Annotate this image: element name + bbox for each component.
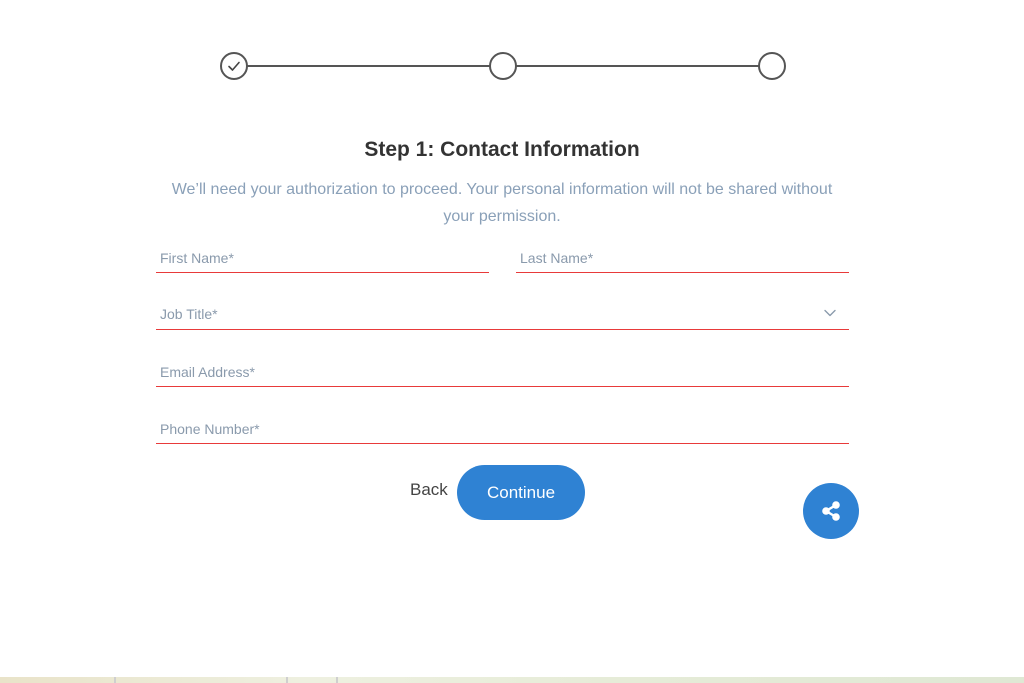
job-title-select[interactable]: Job Title* [156,300,849,330]
email-input[interactable] [156,357,849,386]
first-name-input[interactable] [156,243,489,272]
progress-stepper [220,52,786,80]
back-button[interactable]: Back [400,480,458,500]
first-name-field [156,243,489,273]
stepper-connector [515,65,759,67]
email-field [156,357,849,387]
stepper-connector [246,65,490,67]
job-title-placeholder: Job Title* [160,306,218,322]
taskbar-divider [114,677,116,683]
share-icon [822,501,840,521]
continue-button[interactable]: Continue [457,465,585,520]
check-icon [228,61,240,71]
phone-field [156,414,849,444]
step-2-indicator [489,52,517,80]
page-subtitle: We’ll need your authorization to proceed… [171,181,833,225]
share-button[interactable] [803,483,859,539]
step-1-indicator [220,52,248,80]
taskbar-divider [286,677,288,683]
last-name-input[interactable] [516,243,849,272]
page-title: Step 1: Contact Information [364,138,640,161]
step-3-indicator [758,52,786,80]
phone-input[interactable] [156,414,849,443]
taskbar-edge [0,677,1024,683]
taskbar-divider [336,677,338,683]
contact-form-page: Step 1: Contact Information We’ll need y… [0,0,1024,683]
chevron-down-icon[interactable] [823,306,837,320]
last-name-field [516,243,849,273]
